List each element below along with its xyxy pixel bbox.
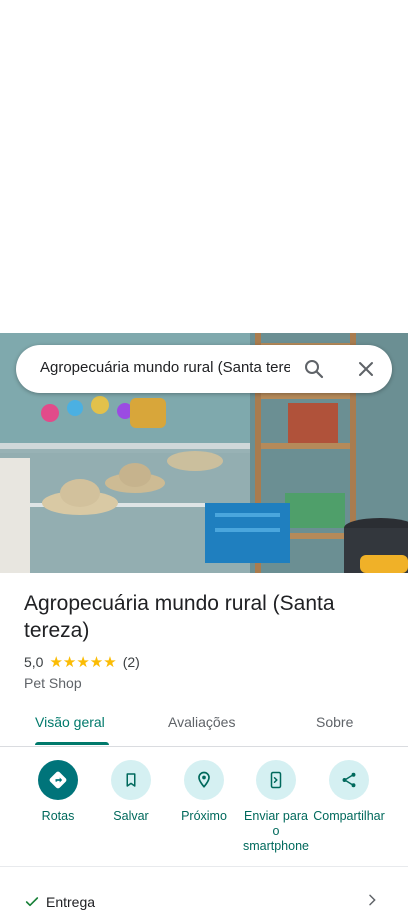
send-to-phone-label: Enviar para o smartphone — [242, 809, 309, 853]
directions-button[interactable]: Rotas — [18, 760, 98, 824]
place-category: Pet Shop — [24, 675, 82, 691]
tab-overview[interactable]: Visão geral — [35, 714, 105, 730]
nearby-button[interactable]: Próximo — [164, 760, 244, 824]
send-to-phone-button[interactable]: Enviar para o smartphone — [236, 760, 316, 854]
rating-row[interactable]: 5,0 ★★★★★ (2) — [24, 653, 140, 671]
action-buttons: Rotas Salvar Próximo Enviar para o smart… — [0, 760, 408, 860]
place-title: Agropecuária mundo rural (Santa tereza) — [24, 592, 335, 642]
share-icon — [342, 772, 356, 788]
bookmark-icon — [126, 773, 136, 787]
check-icon — [25, 897, 39, 907]
tab-reviews[interactable]: Avaliações — [168, 714, 235, 730]
tab-bar: Visão geral Avaliações Sobre — [0, 700, 408, 747]
save-button[interactable]: Salvar — [91, 760, 171, 824]
review-count: (2) — [122, 654, 140, 670]
close-icon[interactable] — [354, 357, 378, 381]
section-divider — [0, 866, 408, 867]
nearby-icon — [198, 771, 210, 788]
nearby-label: Próximo — [181, 809, 227, 823]
attribute-row-delivery[interactable]: Entrega — [24, 894, 95, 910]
active-tab-indicator — [35, 742, 109, 745]
send-to-phone-icon — [270, 771, 282, 789]
directions-label: Rotas — [41, 809, 75, 823]
search-bar[interactable]: Agropecuária mundo rural (Santa tere — [16, 345, 392, 393]
tab-about[interactable]: Sobre — [316, 714, 353, 730]
rating-value: 5,0 — [24, 654, 44, 670]
star-rating-icon: ★★★★★ — [49, 654, 117, 671]
save-label: Salvar — [113, 809, 149, 823]
search-icon[interactable] — [302, 357, 326, 381]
share-button[interactable]: Compartilhar — [309, 760, 389, 824]
share-label: Compartilhar — [313, 809, 385, 823]
directions-icon — [49, 771, 67, 789]
search-input[interactable]: Agropecuária mundo rural (Santa tere — [40, 359, 290, 376]
attribute-label: Entrega — [46, 894, 96, 910]
